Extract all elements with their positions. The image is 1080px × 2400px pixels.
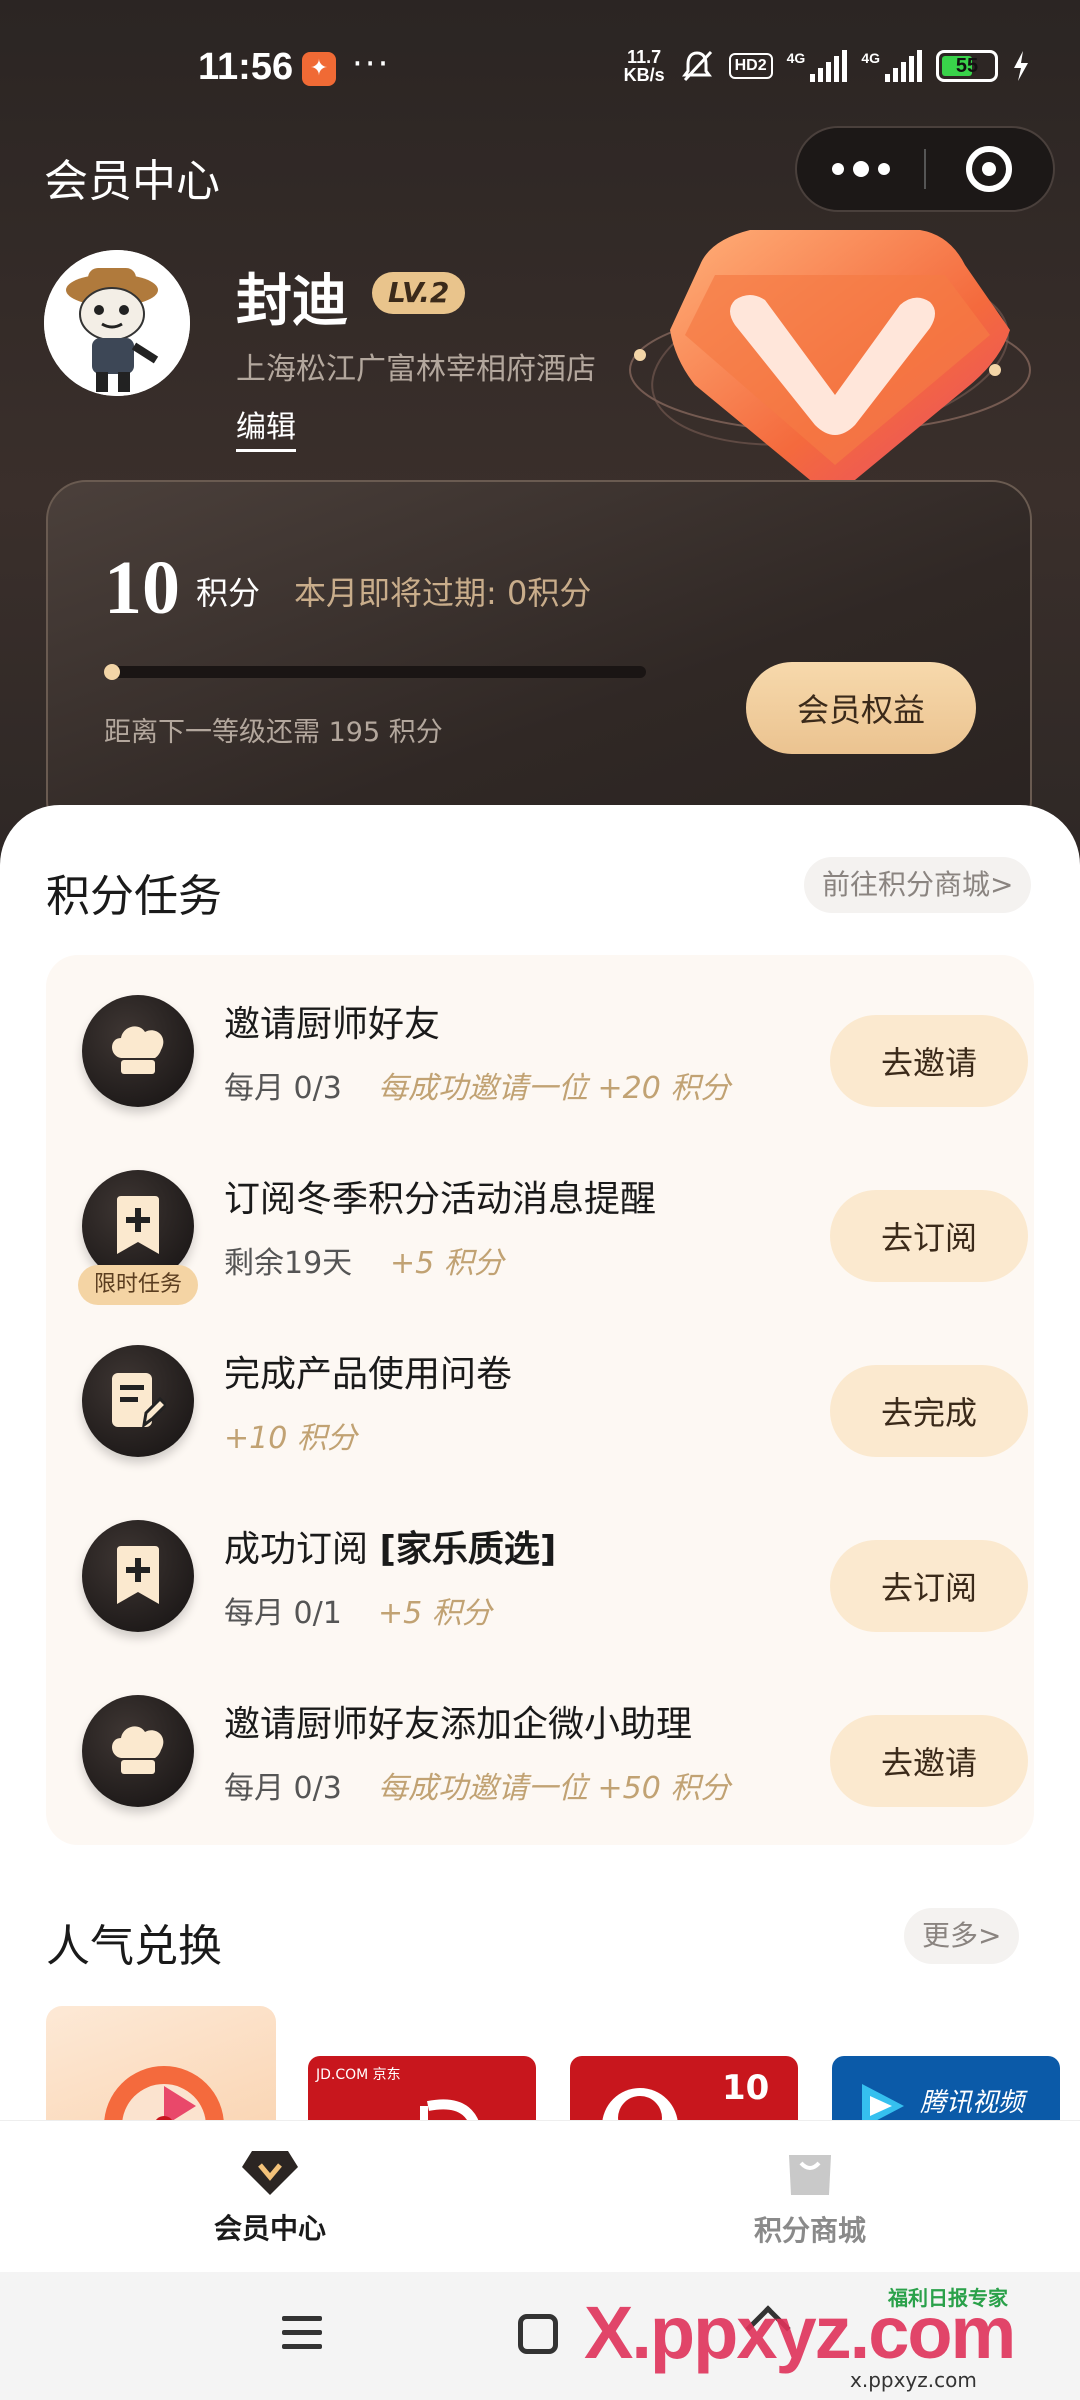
level-badge: LV.2: [372, 272, 466, 314]
battery-icon: 55: [936, 50, 998, 82]
limited-time-tag: 限时任务: [78, 1265, 198, 1305]
tab-points-mall[interactable]: 积分商城: [540, 2121, 1080, 2273]
tasks-section-title: 积分任务: [46, 871, 222, 922]
task-item: 限时任务 订阅冬季积分活动消息提醒 剩余19天 +5 积分 去订阅: [46, 1130, 1034, 1305]
task-name: 成功订阅 [家乐质选]: [224, 1529, 557, 1570]
more-link[interactable]: 更多>: [904, 1908, 1020, 1964]
task-item: 邀请厨师好友 每月 0/3 每成功邀请一位 +20 积分 去邀请: [46, 955, 1034, 1130]
status-time: 11:56: [198, 46, 294, 88]
dot-icon: [877, 163, 890, 175]
status-bar: 11:56 ✦ ··· 11.7 KB/s HD2 4G 4G 55: [0, 0, 1080, 130]
edit-profile-link[interactable]: 编辑: [236, 402, 296, 452]
dot-icon: [852, 161, 869, 177]
task-name: 完成产品使用问卷: [224, 1354, 513, 1395]
member-diamond-icon: [242, 2151, 298, 2195]
task-reward: 每成功邀请一位 +20 积分: [378, 1071, 731, 1106]
signal-icon-2: 4G: [861, 50, 922, 82]
task-item: 完成产品使用问卷 +10 积分 去完成: [46, 1305, 1034, 1480]
dot-icon: [831, 163, 844, 175]
tencent-video-brand: 腾讯视频: [920, 2088, 1025, 2118]
next-level-text: 距离下一等级还需 195 积分: [104, 717, 443, 748]
chef-hat-icon: [82, 995, 194, 1107]
invite-button[interactable]: 去邀请: [830, 1015, 1028, 1107]
avatar[interactable]: [44, 250, 190, 396]
app-notification-icon: ✦: [302, 52, 336, 86]
shopping-bag-icon: [789, 2155, 831, 2195]
panda-avatar-icon: [44, 250, 190, 396]
watermark-text: X.ppxyz.com: [584, 2291, 1016, 2374]
level-progress-bar: [104, 664, 646, 680]
survey-edit-icon: [82, 1345, 194, 1457]
points-expire: 本月即将过期: 0积分: [294, 574, 592, 612]
user-name: 封迪: [236, 269, 348, 334]
task-name: 订阅冬季积分活动消息提醒: [224, 1179, 657, 1220]
watermark-subtext: x.ppxyz.com: [850, 2368, 977, 2392]
bookmark-plus-icon: [82, 1520, 194, 1632]
task-list: 邀请厨师好友 每月 0/3 每成功邀请一位 +20 积分 去邀请 限时任务 订阅…: [46, 955, 1034, 1845]
go-points-mall-link[interactable]: 前往积分商城>: [804, 857, 1032, 913]
network-speed: 11.7 KB/s: [623, 47, 665, 85]
task-progress: 剩余19天: [224, 1246, 353, 1281]
task-reward: +5 积分: [390, 1246, 504, 1281]
status-icons: 11.7 KB/s HD2 4G 4G 55: [624, 48, 1030, 84]
home-icon[interactable]: [518, 2314, 558, 2354]
page-title: 会员中心: [44, 156, 220, 207]
task-reward: +10 积分: [224, 1421, 357, 1456]
task-name: 邀请厨师好友添加企微小助理: [224, 1704, 693, 1745]
more-options-button[interactable]: [797, 128, 924, 210]
task-reward: 每成功邀请一位 +50 积分: [378, 1771, 731, 1806]
subscribe-button[interactable]: 去订阅: [830, 1190, 1028, 1282]
watermark: 福利日报专家 X.ppxyz.com x.ppxyz.com: [570, 2282, 1070, 2392]
task-progress: 每月 0/3: [224, 1771, 342, 1806]
charging-icon: [1014, 51, 1028, 81]
invite-button[interactable]: 去邀请: [830, 1715, 1028, 1807]
jd-brand: JD.COM 京东: [316, 2067, 401, 2083]
task-progress: 每月 0/1: [224, 1596, 342, 1631]
bell-muted-icon: [681, 50, 712, 82]
task-item: 成功订阅 [家乐质选] 每月 0/1 +5 积分 去订阅: [46, 1480, 1034, 1655]
task-item: 邀请厨师好友添加企微小助理 每月 0/3 每成功邀请一位 +50 积分 去邀请: [46, 1655, 1034, 1830]
target-icon: [966, 146, 1013, 192]
bottom-tab-bar: 会员中心 积分商城: [0, 2120, 1080, 2272]
hd-icon: HD2: [728, 53, 773, 79]
exchange-section-title: 人气兑换: [46, 1921, 222, 1972]
member-gem-icon: [629, 230, 1031, 488]
tab-member-center[interactable]: 会员中心: [0, 2121, 540, 2273]
more-notifications-icon: ···: [352, 44, 391, 84]
signal-icon: 4G: [787, 50, 848, 82]
member-benefits-button[interactable]: 会员权益: [746, 662, 976, 754]
tab-label: 积分商城: [753, 2214, 866, 2247]
task-name: 邀请厨师好友: [224, 1004, 441, 1045]
points-value: 10: [104, 546, 180, 630]
complete-button[interactable]: 去完成: [830, 1365, 1028, 1457]
mini-program-capsule: [795, 126, 1055, 212]
level-progress-fill: [104, 664, 120, 680]
menu-icon[interactable]: [282, 2316, 322, 2358]
task-reward: +5 积分: [378, 1596, 492, 1631]
points-card: [46, 480, 1032, 840]
chef-hat-icon: [82, 1695, 194, 1807]
close-miniprogram-button[interactable]: [926, 128, 1053, 210]
task-progress: 每月 0/3: [224, 1071, 342, 1106]
points-unit: 积分: [196, 574, 261, 612]
hotel-name: 上海松江广富林宰相府酒店: [236, 352, 596, 387]
tab-label: 会员中心: [213, 2212, 326, 2245]
subscribe-button[interactable]: 去订阅: [830, 1540, 1028, 1632]
